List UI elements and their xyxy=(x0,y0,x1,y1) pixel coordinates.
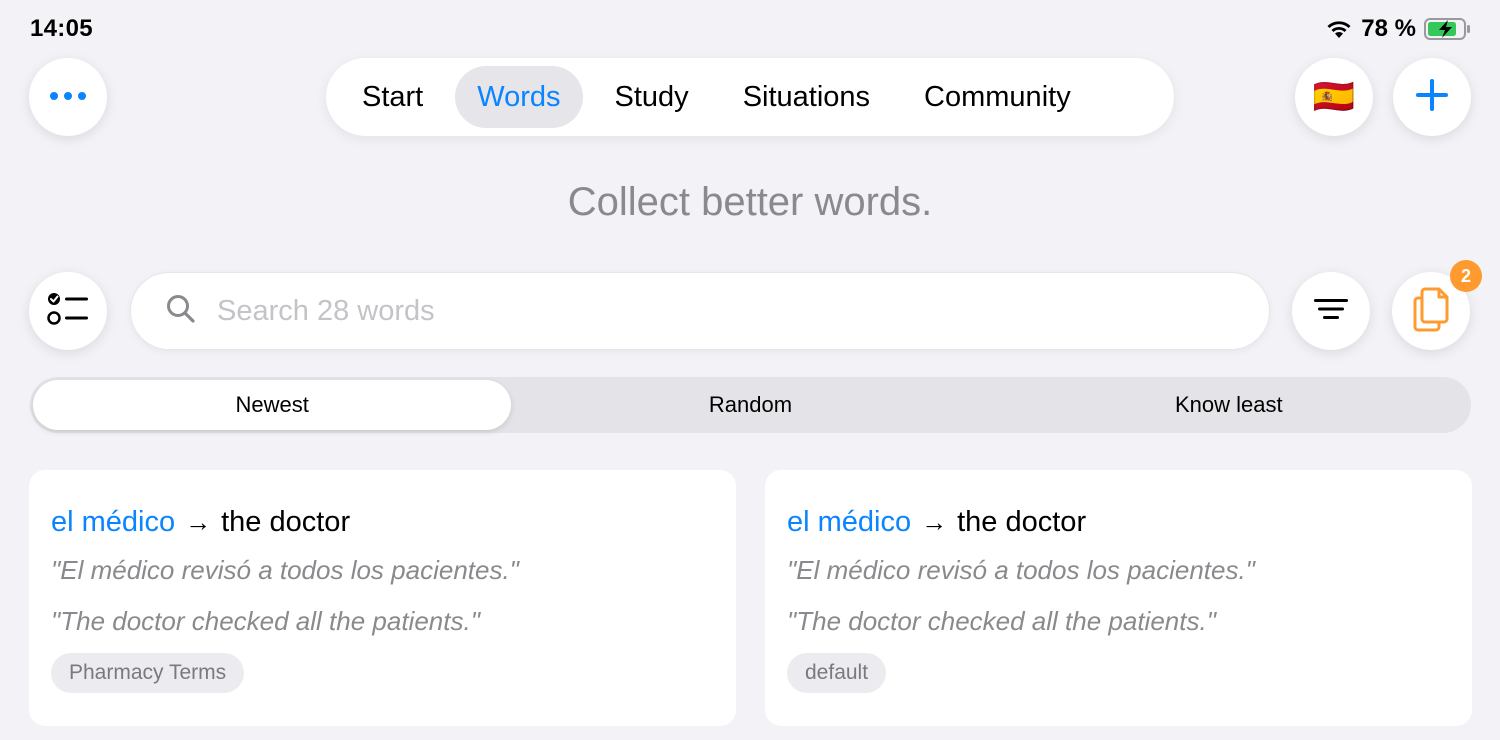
status-bar: 14:05 78 % xyxy=(0,0,1500,56)
word-card[interactable]: el médico → the doctor "El médico revisó… xyxy=(765,470,1472,726)
word-card-title: el médico → the doctor xyxy=(51,506,714,539)
segment-know-least[interactable]: Know least xyxy=(990,380,1468,430)
segment-newest[interactable]: Newest xyxy=(33,380,512,430)
word-term: el médico xyxy=(787,506,912,538)
clipboard-icon xyxy=(1411,286,1451,337)
word-translation: the doctor xyxy=(221,506,351,538)
example-english: "The doctor checked all the patients." xyxy=(51,606,480,636)
checklist-icon xyxy=(46,290,90,333)
word-card[interactable]: el médico → the doctor "El médico revisó… xyxy=(29,470,736,726)
tab-words[interactable]: Words xyxy=(455,66,583,128)
search-icon xyxy=(165,293,197,330)
segment-random[interactable]: Random xyxy=(511,380,989,430)
battery-percent: 78 % xyxy=(1361,15,1416,42)
filter-button[interactable] xyxy=(1292,272,1370,350)
status-time: 14:05 xyxy=(30,15,93,42)
search-input[interactable] xyxy=(217,294,1117,328)
word-term: el médico xyxy=(51,506,176,538)
main-tab-bar: Start Words Study Situations Community xyxy=(326,58,1174,136)
arrow-right-icon: → xyxy=(921,507,948,537)
word-tag[interactable]: default xyxy=(787,653,887,693)
select-mode-button[interactable] xyxy=(29,272,107,350)
search-bar xyxy=(130,272,1270,350)
language-button[interactable]: 🇪🇸 xyxy=(1295,58,1373,136)
tab-study[interactable]: Study xyxy=(593,66,711,128)
spain-flag-icon: 🇪🇸 xyxy=(1312,78,1356,116)
example-spanish: "El médico revisó a todos los pacientes.… xyxy=(787,555,1255,585)
example-english: "The doctor checked all the patients." xyxy=(787,606,1216,636)
filter-lines-icon xyxy=(1313,297,1349,326)
more-button[interactable] xyxy=(29,58,107,136)
battery-charging-icon xyxy=(1424,17,1472,41)
ellipsis-icon xyxy=(48,88,88,106)
clipboard-count-badge: 2 xyxy=(1450,260,1482,292)
tab-start[interactable]: Start xyxy=(340,66,445,128)
example-spanish: "El médico revisó a todos los pacientes.… xyxy=(51,555,519,585)
word-tag[interactable]: Pharmacy Terms xyxy=(51,653,245,693)
word-translation: the doctor xyxy=(957,506,1087,538)
add-word-button[interactable] xyxy=(1393,58,1471,136)
status-indicators: 78 % xyxy=(1325,15,1472,43)
plus-icon xyxy=(1414,77,1450,118)
word-card-title: el médico → the doctor xyxy=(787,506,1450,539)
page-headline: Collect better words. xyxy=(567,180,933,224)
tab-community[interactable]: Community xyxy=(902,66,1093,128)
arrow-right-icon: → xyxy=(185,507,212,537)
sort-segmented-control: Newest Random Know least xyxy=(30,377,1471,433)
wifi-icon xyxy=(1325,18,1353,40)
tab-situations[interactable]: Situations xyxy=(721,66,892,128)
